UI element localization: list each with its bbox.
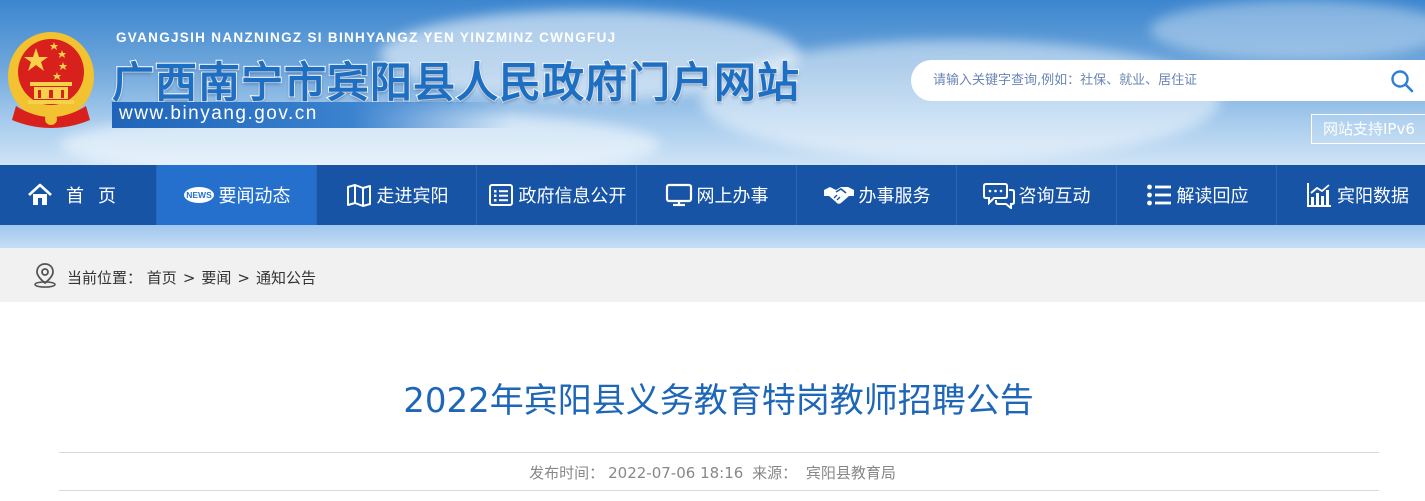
breadcrumb-link-news[interactable]: 要闻 <box>201 269 231 287</box>
site-header: GVANGJSIH NANZNINGZ SI BINHYANGZ YEN YIN… <box>0 0 1425 165</box>
main-nav: 首页 NEWS 要闻动态 走进宾阳 政府信息公开 网上办事 办事服务 咨询互动 <box>0 165 1425 225</box>
cloud-decoration <box>1150 0 1425 60</box>
nav-label: 咨询互动 <box>1018 186 1091 207</box>
nav-label: 政府信息公开 <box>518 186 627 207</box>
news-icon: NEWS <box>183 181 215 209</box>
nav-item-gov-info[interactable]: 政府信息公开 <box>477 165 637 225</box>
location-pin-icon <box>34 263 56 288</box>
nav-label: 办事服务 <box>858 186 931 207</box>
nav-label: 宾阳数据 <box>1337 186 1409 207</box>
source-label: 来源： <box>752 464 798 482</box>
article-meta: 发布时间： 2022-07-06 18:16 来源： 宾阳县教育局 <box>0 462 1425 483</box>
divider <box>59 452 1379 453</box>
breadcrumb-separator: > <box>182 269 196 287</box>
handshake-icon <box>823 181 855 209</box>
news-icon-text: NEWS <box>186 190 212 200</box>
nav-item-interpretation[interactable]: 解读回应 <box>1117 165 1277 225</box>
nav-item-news[interactable]: NEWS 要闻动态 <box>157 165 317 225</box>
list-document-icon <box>487 181 515 209</box>
nav-label: 网上办事 <box>696 186 769 207</box>
monitor-icon <box>665 181 693 209</box>
search-box <box>911 60 1425 101</box>
nav-item-services[interactable]: 办事服务 <box>797 165 957 225</box>
site-title[interactable]: 广西南宁市宾阳县人民政府门户网站 <box>111 49 800 110</box>
bullet-list-icon <box>1145 181 1173 209</box>
publish-time: 2022-07-06 18:16 <box>608 464 744 482</box>
breadcrumb: 当前位置： 首页 > 要闻 > 通知公告 <box>0 248 1425 302</box>
breadcrumb-separator: > <box>237 269 250 287</box>
map-icon <box>345 181 373 209</box>
article-title: 2022年宾阳县义务教育特岗教师招聘公告 <box>403 381 1034 421</box>
nav-item-about[interactable]: 走进宾阳 <box>317 165 477 225</box>
search-icon[interactable] <box>1390 69 1414 93</box>
search-input[interactable] <box>933 60 1353 101</box>
bar-chart-icon <box>1305 181 1333 209</box>
nav-item-online-service[interactable]: 网上办事 <box>637 165 797 225</box>
ipv6-support-badge[interactable]: 网站支持IPv6 <box>1311 114 1425 144</box>
chat-icon <box>982 181 1015 209</box>
home-icon <box>26 181 54 209</box>
site-url: www.binyang.gov.cn <box>119 103 318 124</box>
nav-item-home[interactable]: 首页 <box>0 165 157 225</box>
nav-label: 要闻动态 <box>218 186 291 207</box>
nav-label: 首页 <box>66 186 130 207</box>
nav-bottom-strip <box>0 225 1425 248</box>
nav-label: 解读回应 <box>1176 186 1249 207</box>
publish-time-label: 发布时间： <box>529 464 605 482</box>
national-emblem-logo <box>8 32 94 128</box>
nav-item-consult[interactable]: 咨询互动 <box>957 165 1117 225</box>
nav-label: 走进宾阳 <box>376 186 449 207</box>
breadcrumb-link-home[interactable]: 首页 <box>147 269 177 287</box>
breadcrumb-text: 当前位置： 首页 > 要闻 > 通知公告 <box>67 267 316 288</box>
nav-item-data[interactable]: 宾阳数据 <box>1277 165 1425 225</box>
article-source: 宾阳县教育局 <box>805 464 896 482</box>
divider <box>59 490 1379 491</box>
site-name-pinyin: GVANGJSIH NANZNINGZ SI BINHYANGZ YEN YIN… <box>116 30 617 45</box>
breadcrumb-prefix: 当前位置： <box>67 269 143 287</box>
breadcrumb-link-notices[interactable]: 通知公告 <box>256 269 316 287</box>
